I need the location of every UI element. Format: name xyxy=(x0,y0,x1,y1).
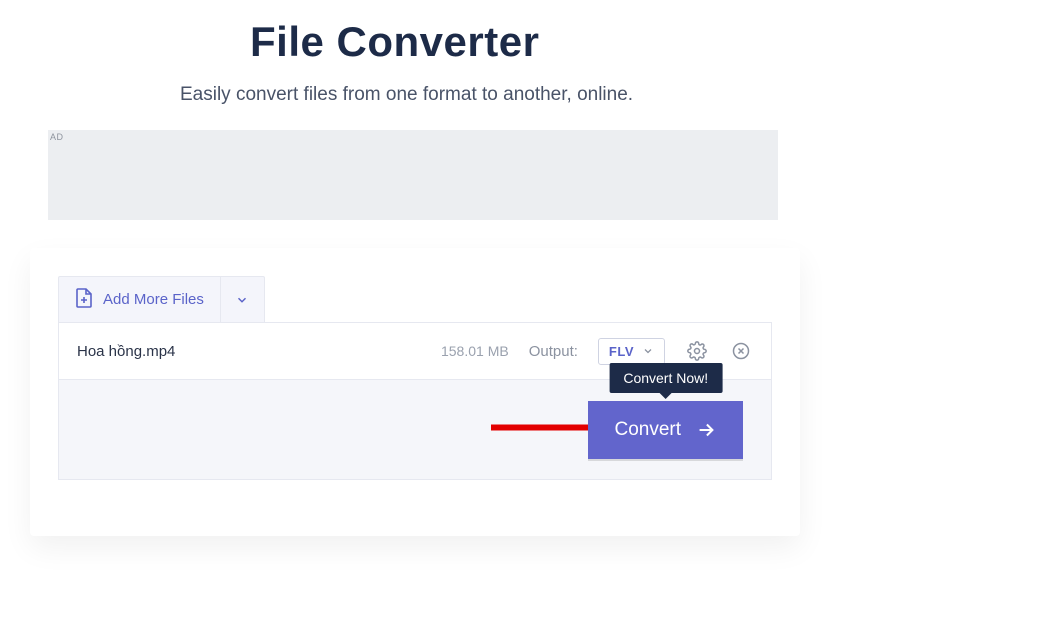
chevron-down-icon xyxy=(235,293,249,307)
ad-label: AD xyxy=(50,132,64,142)
hero-section: File Converter Easily convert files from… xyxy=(0,18,1046,106)
file-add-icon xyxy=(75,288,93,312)
remove-file-button[interactable] xyxy=(729,339,753,363)
add-more-files-label: Add More Files xyxy=(103,291,204,308)
file-name: Hoa hồng.mp4 xyxy=(77,343,379,360)
gear-icon xyxy=(687,341,707,361)
action-panel: Convert Now! Convert xyxy=(58,380,772,480)
settings-button[interactable] xyxy=(685,339,709,363)
add-more-files-dropdown[interactable] xyxy=(220,277,264,322)
arrow-right-icon xyxy=(695,419,717,441)
convert-button[interactable]: Convert xyxy=(588,401,743,459)
converter-card: Add More Files Hoa hồng.mp4 158.01 MB Ou… xyxy=(30,248,800,536)
add-files-bar: Add More Files xyxy=(58,276,265,322)
file-size: 158.01 MB xyxy=(399,343,509,359)
output-format-select[interactable]: FLV xyxy=(598,338,665,365)
convert-button-wrap: Convert Now! Convert xyxy=(588,401,743,459)
add-more-files-button[interactable]: Add More Files xyxy=(59,277,220,322)
close-circle-icon xyxy=(731,341,751,361)
convert-tooltip: Convert Now! xyxy=(609,363,722,393)
page-subtitle: Easily convert files from one format to … xyxy=(180,84,1046,106)
ad-banner: AD xyxy=(48,130,778,220)
convert-button-label: Convert xyxy=(614,419,681,441)
output-format-value: FLV xyxy=(609,344,634,359)
output-label: Output: xyxy=(529,343,578,360)
page-title: File Converter xyxy=(180,18,1046,66)
chevron-down-icon xyxy=(642,345,654,357)
